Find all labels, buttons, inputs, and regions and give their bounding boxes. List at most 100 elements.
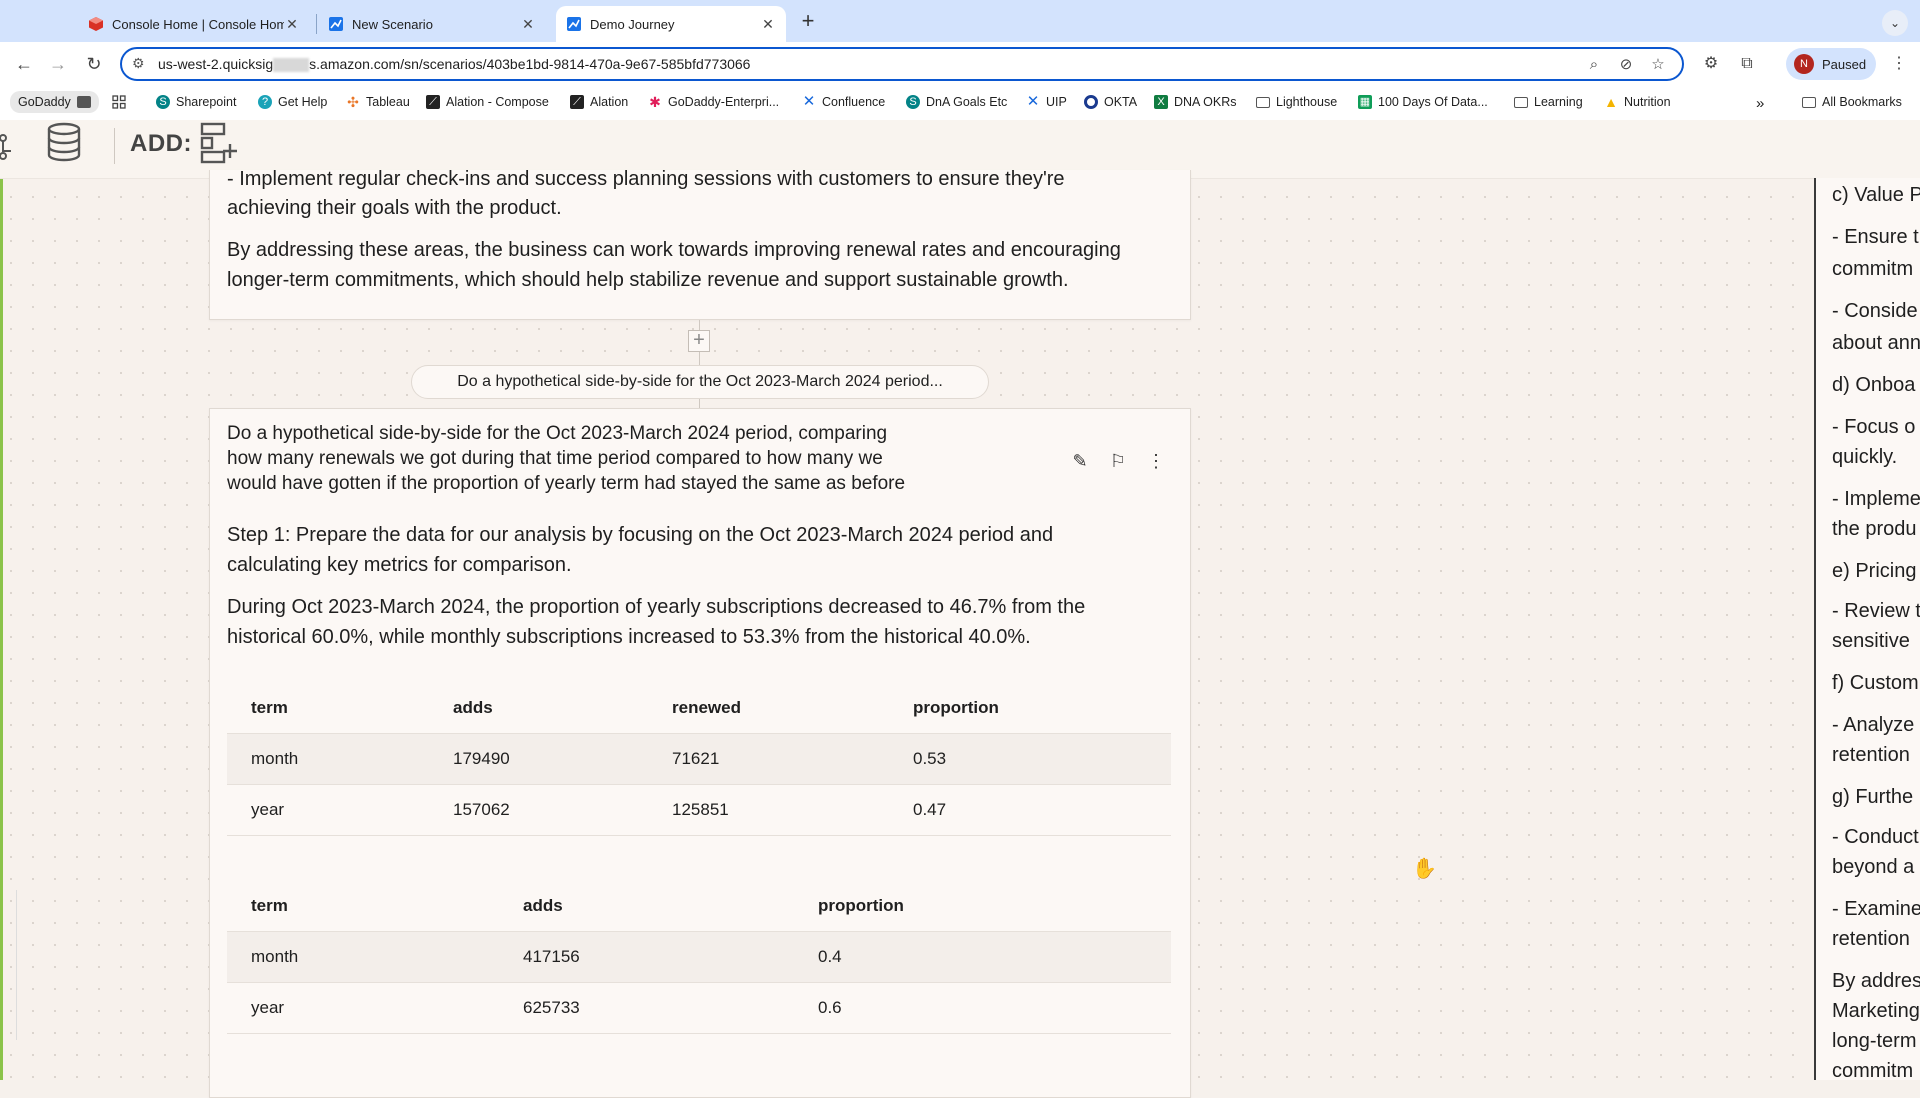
bookmark-uip[interactable]: ✕ UIP	[1026, 94, 1067, 109]
column-header[interactable]: term	[227, 881, 499, 932]
add-block-icon[interactable]	[200, 122, 240, 164]
right-panel-line: - Impleme	[1832, 488, 1920, 510]
puzzle-icon[interactable]: ⧉	[1736, 53, 1758, 75]
right-panel-line: the produ	[1832, 518, 1917, 540]
aws-cube-icon	[88, 16, 104, 32]
tab-console-home[interactable]: Console Home | Console Hom ✕	[78, 6, 310, 42]
table-cell: year	[227, 784, 429, 836]
extension-gear-icon[interactable]: ⚙	[1700, 53, 1722, 75]
new-tab-icon[interactable]: +	[796, 10, 820, 32]
connector-line	[699, 352, 700, 365]
bookmark-dna-okrs[interactable]: X DNA OKRs	[1154, 95, 1237, 109]
back-arrow-icon[interactable]: ←	[12, 52, 36, 76]
flag-icon[interactable]: ⚐	[1104, 447, 1132, 475]
column-header[interactable]: proportion	[794, 881, 1171, 932]
column-header[interactable]: adds	[499, 881, 794, 932]
url-redaction	[273, 58, 310, 73]
profile-button[interactable]: N Paused	[1786, 48, 1876, 80]
bookmark-godaddy-enterprise[interactable]: ✱ GoDaddy-Enterpri...	[648, 95, 779, 109]
table-cell: month	[227, 931, 499, 983]
bookmark-label: Lighthouse	[1276, 95, 1338, 109]
close-tab-icon[interactable]: ✕	[284, 16, 300, 33]
table-row: year 625733 0.6	[227, 982, 1171, 1034]
bookmark-dna-goals[interactable]: S DnA Goals Etc	[906, 95, 1007, 109]
database-icon[interactable]	[46, 122, 82, 162]
table-header-row: term adds renewed proportion	[227, 683, 1171, 734]
reload-icon[interactable]: ↻	[82, 52, 106, 76]
bookmark-label: Nutrition	[1624, 95, 1671, 109]
tab-new-scenario[interactable]: New Scenario ✕	[318, 6, 546, 42]
tab-search-chevron-icon[interactable]: ⌄	[1882, 10, 1908, 36]
question-pill[interactable]: Do a hypothetical side-by-side for the O…	[411, 365, 989, 399]
bookmark-label: 100 Days Of Data...	[1378, 95, 1488, 109]
table-cell: 71621	[648, 733, 889, 785]
bookmark-get-help[interactable]: ? Get Help	[258, 95, 327, 109]
right-panel-line: beyond a	[1832, 856, 1915, 878]
column-header[interactable]: adds	[429, 683, 648, 734]
column-header[interactable]: renewed	[648, 683, 889, 734]
add-step-plus-icon[interactable]: +	[688, 330, 710, 352]
more-vert-icon[interactable]: ⋮	[1142, 447, 1170, 475]
star-icon[interactable]: ☆	[1648, 55, 1668, 75]
edit-sparkle-icon[interactable]: ✎	[1066, 447, 1094, 475]
summary-text: historical 60.0%, while monthly subscrip…	[227, 626, 1031, 648]
bookmark-label: DnA Goals Etc	[926, 95, 1008, 109]
add-label: ADD:	[130, 130, 192, 157]
bookmark-label: UIP	[1046, 95, 1067, 109]
bookmark-label: GoDaddy	[18, 95, 71, 109]
forward-arrow-icon[interactable]: →	[46, 52, 70, 76]
table-cell: 0.4	[794, 931, 1171, 983]
right-panel-line: By addres	[1832, 970, 1920, 992]
right-panel-line: Marketing	[1832, 1000, 1920, 1022]
bookmark-label: Confluence	[822, 95, 886, 109]
eye-off-icon[interactable]: ⊘	[1616, 55, 1636, 75]
previous-answer-card: - Implement regular check-ins and succes…	[209, 168, 1191, 320]
bookmark-lighthouse[interactable]: Lighthouse	[1256, 95, 1337, 109]
table-cell: month	[227, 733, 429, 785]
zoom-icon[interactable]: ⌕	[1584, 55, 1604, 75]
url-text[interactable]: us-west-2.quicksig s.amazon.com/sn/scenar…	[158, 56, 750, 73]
tab-title: Console Home | Console Hom	[112, 16, 284, 32]
bookmarks-bar: GoDaddy S Sharepoint ? Get Help ✣ Tableau ⟋…	[0, 86, 1920, 120]
column-header[interactable]: term	[227, 683, 429, 734]
right-panel-line: d) Onboa	[1832, 374, 1916, 396]
card-actions: ✎ ⚐ ⋮	[1066, 447, 1170, 475]
right-panel-line: - Examine	[1832, 898, 1920, 920]
close-tab-icon[interactable]: ✕	[520, 16, 536, 33]
close-tab-icon[interactable]: ✕	[760, 16, 776, 33]
right-panel-line: - Ensure t	[1832, 226, 1919, 248]
bookmark-label: Tableau	[366, 95, 410, 109]
bookmark-alation-compose[interactable]: ⟋ Alation - Compose	[426, 95, 549, 109]
address-bar[interactable]: ⚙ us-west-2.quicksig s.amazon.com/sn/scen…	[120, 47, 1684, 81]
bookmark-godaddy[interactable]: GoDaddy	[10, 91, 99, 113]
more-bookmarks-chevron-icon[interactable]: »	[1756, 95, 1764, 112]
table-cell: 625733	[499, 982, 794, 1034]
more-vert-icon[interactable]: ⋮	[1888, 53, 1910, 75]
confluence-icon: ✕	[802, 93, 816, 110]
url-prefix: us-west-2.quicksig	[158, 56, 274, 72]
tab-separator	[316, 14, 317, 34]
all-bookmarks[interactable]: All Bookmarks	[1802, 95, 1902, 109]
bookmark-okta[interactable]: OKTA	[1084, 95, 1137, 109]
flow-node-icon[interactable]	[0, 132, 16, 162]
browser-toolbar: ← → ↻ ⚙ us-west-2.quicksig s.amazon.com/s…	[0, 42, 1920, 86]
bookmark-100-days[interactable]: ▦ 100 Days Of Data...	[1358, 95, 1488, 109]
tab-title: Demo Journey	[590, 16, 675, 32]
bookmark-learning[interactable]: Learning	[1514, 95, 1583, 109]
bookmark-sharepoint[interactable]: S Sharepoint	[156, 95, 236, 109]
apps-grid-icon[interactable]	[112, 95, 126, 109]
column-header[interactable]: proportion	[889, 683, 1171, 734]
right-panel-line: commitm	[1832, 1060, 1914, 1082]
table-cell: year	[227, 982, 499, 1034]
bookmark-label: Get Help	[278, 95, 328, 109]
bookmark-nutrition[interactable]: ▲ Nutrition	[1604, 95, 1671, 109]
bookmark-alation[interactable]: ⟋ Alation	[570, 95, 628, 109]
right-panel-line: retention	[1832, 744, 1910, 766]
right-panel-line: - Review t	[1832, 600, 1920, 622]
right-panel-line: g) Furthe	[1832, 786, 1914, 808]
tab-demo-journey[interactable]: Demo Journey ✕	[556, 6, 786, 42]
site-info-icon[interactable]: ⚙	[132, 55, 145, 72]
bookmark-tableau[interactable]: ✣ Tableau	[346, 95, 410, 109]
avatar: N	[1794, 54, 1814, 74]
bookmark-confluence[interactable]: ✕ Confluence	[802, 93, 886, 110]
